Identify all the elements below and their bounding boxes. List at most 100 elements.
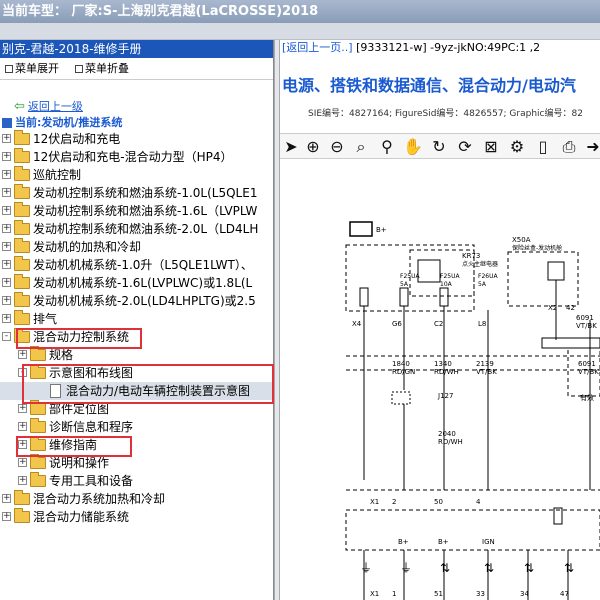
expand-icon[interactable]: + xyxy=(2,206,11,215)
collapse-all-button[interactable]: 菜单折叠 xyxy=(85,62,129,75)
page-icon[interactable]: ▯ xyxy=(532,136,554,158)
tree-item[interactable]: +12伏启动和充电-混合动力型（HP4） xyxy=(0,148,274,166)
fit-icon[interactable]: ⊠ xyxy=(480,136,502,158)
tree-item[interactable]: + 混合动力系统加热和冷却 xyxy=(0,490,274,508)
tree-item-label: 发动机机械系统-1.0升（L5QLE1LWT）、 xyxy=(33,258,253,272)
expand-icon[interactable]: + xyxy=(2,494,11,503)
tree-item[interactable]: + 发动机控制系统和燃油系统-1.0L(L5QLE1 xyxy=(0,184,274,202)
svg-text:5A: 5A xyxy=(400,281,409,288)
expand-icon[interactable]: + xyxy=(2,512,11,521)
tree-item-label: 发动机机械系统-2.0L(LD4LHPLTG)或2.5 xyxy=(33,294,256,308)
expand-all-icon[interactable] xyxy=(5,65,13,73)
svg-text:VT/BK: VT/BK xyxy=(576,322,597,330)
folder-icon xyxy=(30,472,46,487)
expand-all-button[interactable]: 菜单展开 xyxy=(15,62,59,75)
tree-item-label: 发动机的加热和冷却 xyxy=(33,240,142,254)
rotate-reset-icon[interactable]: ⟳ xyxy=(454,136,476,158)
svg-text:X1: X1 xyxy=(370,498,379,506)
magnifier-icon[interactable]: ⚲ xyxy=(376,136,398,158)
nav-back-link[interactable]: [返回上一页..] xyxy=(282,41,353,54)
tree-item[interactable]: + 发动机机械系统-1.6L(LVPLWC)或1.8L(L xyxy=(0,274,274,292)
tree-item[interactable]: + 专用工具和设备 xyxy=(0,472,274,490)
window-title: 当前车型： 厂家:S-上海别克君越(LaCROSSE)2018 xyxy=(0,0,600,23)
tree-item[interactable]: + 发动机控制系统和燃油系统-2.0L（LD4LH xyxy=(0,220,274,238)
svg-text:RD/WH: RD/WH xyxy=(434,368,459,376)
svg-text:G6: G6 xyxy=(392,320,402,328)
expand-icon[interactable]: + xyxy=(2,170,11,179)
settings-icon[interactable]: ⚙ xyxy=(506,136,528,158)
search-icon[interactable]: ⌕ xyxy=(350,136,372,158)
svg-text:1840: 1840 xyxy=(392,360,410,368)
tree-item[interactable]: + 发动机控制系统和燃油系统-1.6L（LVPLW xyxy=(0,202,274,220)
panel-header: 别克-君越-2018-维修手册 xyxy=(0,40,273,58)
svg-text:IGN: IGN xyxy=(482,538,495,546)
expand-icon[interactable]: + xyxy=(18,458,27,467)
expand-icon[interactable]: + xyxy=(18,404,27,413)
collapse-icon[interactable]: - xyxy=(2,332,11,341)
svg-text:1340: 1340 xyxy=(434,360,452,368)
expand-icon[interactable]: + xyxy=(2,314,11,323)
folder-icon xyxy=(14,274,30,289)
svg-text:42: 42 xyxy=(566,304,575,312)
rotate-icon[interactable]: ↻ xyxy=(428,136,450,158)
tree-item[interactable]: + 排气 xyxy=(0,310,274,328)
next-icon[interactable]: ➜ xyxy=(582,136,600,158)
svg-text:5A: 5A xyxy=(478,281,487,288)
expand-icon[interactable]: + xyxy=(2,224,11,233)
folder-icon xyxy=(14,130,30,145)
tree-item-label: 12伏启动和充电-混合动力型（HP4） xyxy=(33,150,233,164)
folder-icon xyxy=(14,238,30,253)
svg-text:X50A: X50A xyxy=(512,236,531,244)
tree-item-label: 巡航控制 xyxy=(33,168,82,182)
expand-icon[interactable]: + xyxy=(2,242,11,251)
svg-text:RD/WH: RD/WH xyxy=(438,438,463,446)
tree-item[interactable]: + 巡航控制 xyxy=(0,166,274,184)
tree-item[interactable]: + 诊断信息和程序 xyxy=(0,418,274,436)
viewer-toolbar: ➤ ⊕ ⊖ ⌕ ⚲ ✋ ↻ ⟳ ⊠ ⚙ ▯ ⎙ ➜ xyxy=(280,133,600,159)
svg-text:51: 51 xyxy=(434,590,443,598)
tree-toolbar: 菜单展开 菜单折叠 xyxy=(0,58,273,80)
tree-item-label: 混合动力储能系统 xyxy=(33,510,130,524)
expand-icon[interactable]: + xyxy=(2,134,11,143)
svg-text:6091: 6091 xyxy=(576,314,594,322)
zoom-in-icon[interactable]: ⊕ xyxy=(302,136,324,158)
expand-icon[interactable]: + xyxy=(2,260,11,269)
cursor-icon[interactable]: ➤ xyxy=(280,136,302,158)
tree-item-label: 发动机机械系统-1.6L(LVPLWC)或1.8L(L xyxy=(33,276,253,290)
svg-text:X1: X1 xyxy=(370,590,379,598)
svg-text:X2: X2 xyxy=(548,304,557,312)
svg-text:C2: C2 xyxy=(434,320,443,328)
svg-text:KR73: KR73 xyxy=(462,252,480,260)
tree-item[interactable]: + 发动机机械系统-1.0升（L5QLE1LWT）、 xyxy=(0,256,274,274)
collapse-all-icon[interactable] xyxy=(75,65,83,73)
svg-text:J127: J127 xyxy=(437,392,453,400)
svg-text:F26UA: F26UA xyxy=(478,273,498,280)
svg-text:6091: 6091 xyxy=(578,360,596,368)
back-link[interactable]: ⇦ 返回上一级 xyxy=(14,98,83,114)
sie-info: SIE编号：4827164; FigureSid编号：4826557; Grap… xyxy=(308,109,583,119)
expand-icon[interactable]: + xyxy=(18,350,27,359)
svg-text:VT/BK: VT/BK xyxy=(476,368,497,376)
expand-icon[interactable]: + xyxy=(2,152,11,161)
expand-icon[interactable]: + xyxy=(2,278,11,287)
svg-text:点火主继电器: 点火主继电器 xyxy=(462,260,498,268)
svg-text:X4: X4 xyxy=(352,320,362,328)
svg-text:F25UA: F25UA xyxy=(440,273,460,280)
expand-icon[interactable]: + xyxy=(2,296,11,305)
tree-item-label: 混合动力系统加热和冷却 xyxy=(33,492,166,506)
hand-icon[interactable]: ✋ xyxy=(402,136,424,158)
zoom-out-icon[interactable]: ⊖ xyxy=(326,136,348,158)
tree-item[interactable]: + 发动机机械系统-2.0L(LD4LHPLTG)或2.5 xyxy=(0,292,274,310)
print-icon[interactable]: ⎙ xyxy=(558,136,580,158)
svg-text:⏚: ⏚ xyxy=(400,561,412,575)
expand-icon[interactable]: + xyxy=(18,476,27,485)
folder-icon xyxy=(14,292,30,307)
tree-item[interactable]: + 发动机的加热和冷却 xyxy=(0,238,274,256)
tree-item[interactable]: + 混合动力储能系统 xyxy=(0,508,274,526)
expand-icon[interactable]: + xyxy=(2,188,11,197)
folder-icon xyxy=(14,166,30,181)
expand-icon[interactable]: + xyxy=(18,422,27,431)
folder-icon xyxy=(30,454,46,469)
svg-text:F25UA: F25UA xyxy=(400,273,420,280)
tree-item[interactable]: +12伏启动和充电 xyxy=(0,130,274,148)
